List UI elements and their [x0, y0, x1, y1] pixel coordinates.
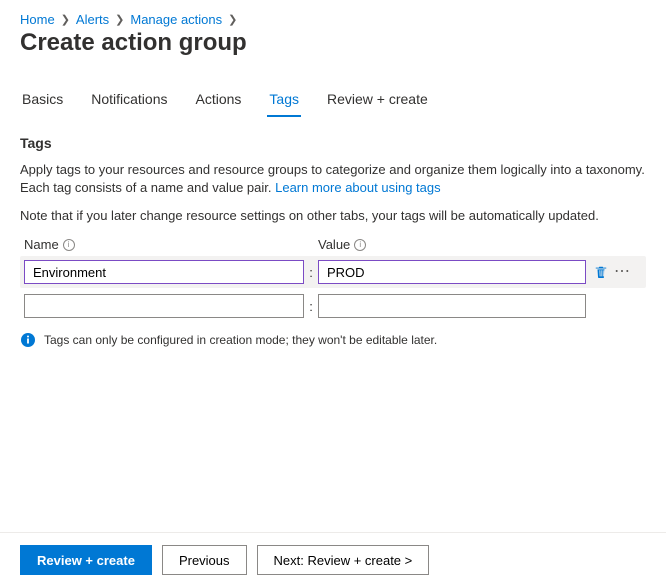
- info-icon[interactable]: i: [354, 239, 366, 251]
- section-note: Note that if you later change resource s…: [20, 207, 646, 225]
- info-note-text: Tags can only be configured in creation …: [44, 333, 437, 347]
- review-create-button[interactable]: Review + create: [20, 545, 152, 575]
- colon-separator: :: [304, 299, 318, 314]
- section-description: Apply tags to your resources and resourc…: [20, 161, 646, 197]
- column-header-value: Value i: [318, 237, 586, 252]
- info-icon[interactable]: i: [63, 239, 75, 251]
- previous-button[interactable]: Previous: [162, 545, 247, 575]
- breadcrumb-item[interactable]: Home: [20, 12, 55, 27]
- tag-row: :: [20, 294, 646, 318]
- chevron-right-icon: ❯: [113, 13, 126, 26]
- page-title: Create action group: [20, 29, 646, 57]
- column-header-value-text: Value: [318, 237, 350, 252]
- tab-basics[interactable]: Basics: [20, 85, 65, 117]
- info-icon: [20, 332, 36, 348]
- breadcrumb-item[interactable]: Alerts: [76, 12, 109, 27]
- tab-strip: Basics Notifications Actions Tags Review…: [20, 85, 646, 117]
- tag-value-input[interactable]: [318, 260, 586, 284]
- learn-more-link[interactable]: Learn more about using tags: [275, 180, 441, 195]
- delete-icon[interactable]: [592, 263, 610, 281]
- tag-value-input[interactable]: [318, 294, 586, 318]
- breadcrumb: Home ❯ Alerts ❯ Manage actions ❯: [20, 12, 646, 27]
- breadcrumb-item[interactable]: Manage actions: [130, 12, 222, 27]
- tag-row: : ⋯: [20, 256, 646, 288]
- tags-grid: Name i Value i :: [20, 237, 646, 318]
- tab-notifications[interactable]: Notifications: [89, 85, 169, 117]
- next-button[interactable]: Next: Review + create >: [257, 545, 430, 575]
- colon-separator: :: [304, 265, 318, 280]
- column-header-name: Name i: [24, 237, 304, 252]
- tab-review-create[interactable]: Review + create: [325, 85, 430, 117]
- more-icon[interactable]: ⋯: [614, 264, 631, 280]
- tag-name-input[interactable]: [24, 294, 304, 318]
- column-header-name-text: Name: [24, 237, 59, 252]
- footer-bar: Review + create Previous Next: Review + …: [0, 532, 666, 587]
- tab-tags[interactable]: Tags: [267, 85, 301, 117]
- tag-name-input[interactable]: [24, 260, 304, 284]
- chevron-right-icon: ❯: [226, 13, 239, 26]
- section-heading: Tags: [20, 135, 646, 151]
- tab-actions[interactable]: Actions: [194, 85, 244, 117]
- chevron-right-icon: ❯: [59, 13, 72, 26]
- info-note: Tags can only be configured in creation …: [20, 332, 646, 348]
